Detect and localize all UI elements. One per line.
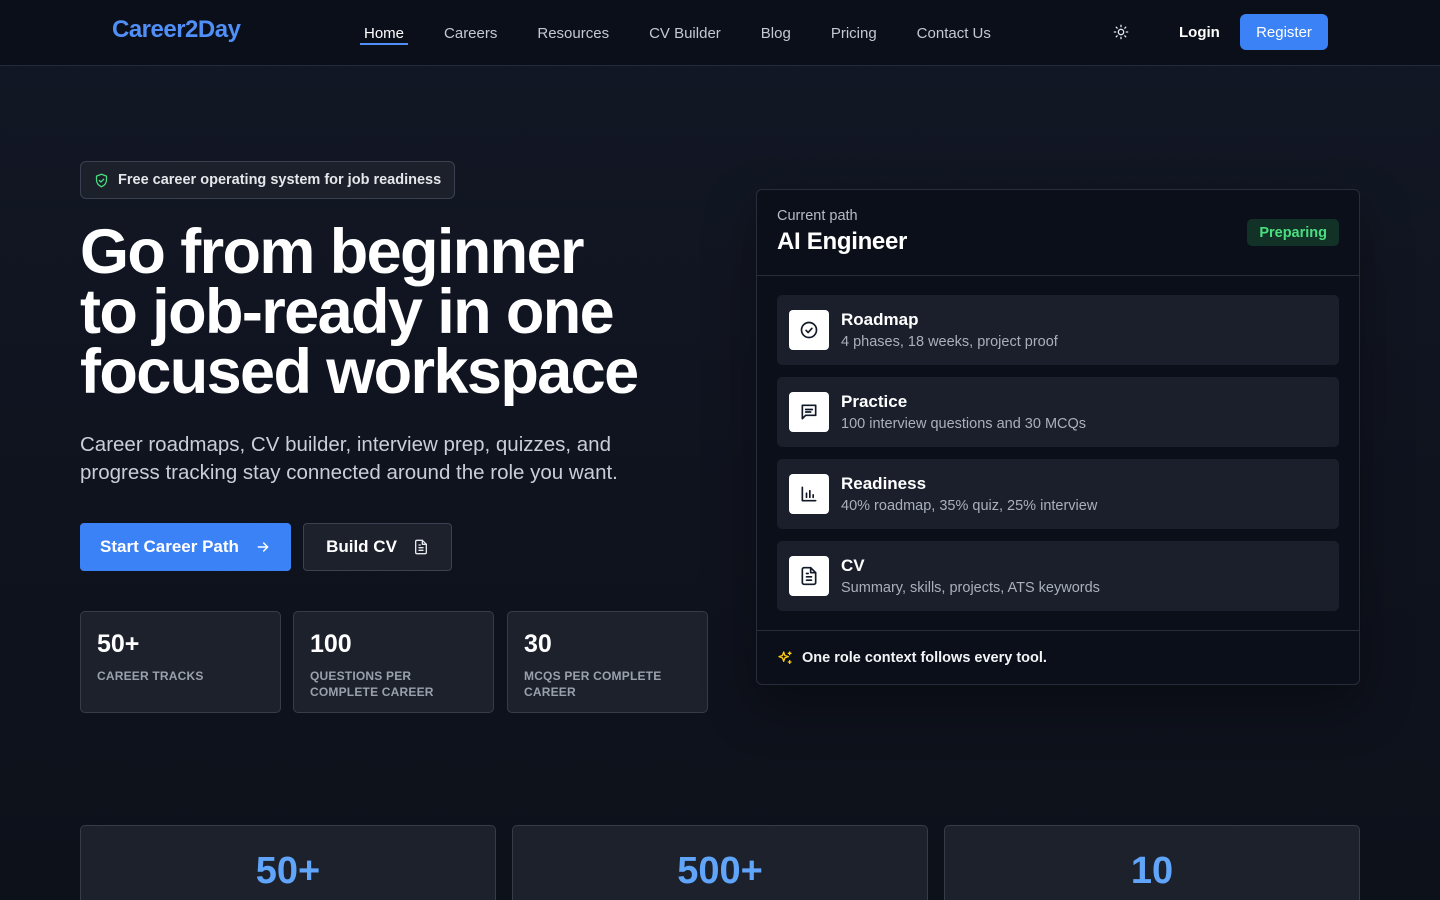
start-career-path-button[interactable]: Start Career Path	[80, 523, 291, 571]
document-icon	[801, 566, 817, 586]
stat-label: MCQs per complete career	[524, 669, 662, 699]
hero-title-line-2: to job-ready in one	[80, 277, 615, 347]
feature-icon-box	[789, 392, 829, 432]
feature-roadmap[interactable]: Roadmap 4 phases, 18 weeks, project proo…	[777, 295, 1339, 365]
arrow-right-icon	[257, 542, 269, 552]
register-button[interactable]: Register	[1240, 14, 1328, 50]
feature-desc: 40% roadmap, 35% quiz, 25% interview	[841, 498, 1098, 514]
current-path-panel: Current path AI Engineer Preparing Roadm…	[756, 189, 1360, 685]
feature-cv[interactable]: CV Summary, skills, projects, ATS keywor…	[777, 541, 1339, 611]
hero-subtitle: Career roadmaps, CV builder, interview p…	[80, 433, 618, 484]
top-navbar: Career2Day Home Careers Resources CV Bui…	[0, 0, 1440, 66]
build-cv-button[interactable]: Build CV	[303, 523, 452, 571]
nav-contact-us[interactable]: Contact Us	[897, 0, 1011, 66]
nav-resources[interactable]: Resources	[517, 0, 629, 66]
feature-title: Practice	[841, 392, 908, 411]
start-career-path-label: Start Career Path	[100, 537, 239, 556]
metric-card-1: 50+	[80, 825, 496, 900]
feature-title: Readiness	[841, 474, 927, 493]
feature-title: Roadmap	[841, 310, 919, 329]
login-button[interactable]: Login	[1166, 14, 1233, 50]
bar-chart-icon	[801, 486, 817, 502]
stat-label: Career tracks	[97, 669, 204, 683]
stat-card-questions: 100 Questions per complete career	[293, 611, 494, 713]
nav-pricing[interactable]: Pricing	[811, 0, 897, 66]
hero-title: Go from beginner to job-ready in one foc…	[80, 217, 700, 407]
feature-icon-box	[789, 556, 829, 596]
panel-footer-text: One role context follows every tool.	[802, 649, 1047, 666]
build-cv-label: Build CV	[326, 537, 397, 556]
metric-card-3: 10	[944, 825, 1360, 900]
hero-badge: Free career operating system for job rea…	[80, 161, 456, 199]
nav-careers[interactable]: Careers	[424, 0, 517, 66]
nav-cv-builder[interactable]: CV Builder	[629, 0, 741, 66]
feature-desc: Summary, skills, projects, ATS keywords	[841, 580, 1100, 596]
status-badge: Preparing	[1247, 219, 1339, 246]
metric-value: 500+	[677, 850, 763, 892]
feature-readiness[interactable]: Readiness 40% roadmap, 35% quiz, 25% int…	[777, 459, 1339, 529]
panel-kicker: Current path	[777, 208, 858, 224]
feature-practice[interactable]: Practice 100 interview questions and 30 …	[777, 377, 1339, 447]
feature-icon-box	[789, 310, 829, 350]
panel-header: Current path AI Engineer Preparing	[757, 190, 1359, 276]
shield-check-icon	[95, 173, 108, 187]
theme-toggle-button[interactable]	[1108, 19, 1134, 45]
feature-title: CV	[841, 556, 865, 575]
sparkles-icon	[778, 650, 792, 664]
stat-value: 100	[310, 630, 352, 658]
stat-value: 30	[524, 630, 552, 658]
main-nav: Home Careers Resources CV Builder Blog P…	[360, 0, 1011, 66]
stat-label: Questions per complete career	[310, 669, 434, 699]
feature-desc: 4 phases, 18 weeks, project proof	[841, 334, 1058, 350]
brand-logo[interactable]: Career2Day	[112, 16, 241, 44]
hero-title-line-3: focused workspace	[80, 337, 639, 407]
stat-value: 50+	[97, 630, 140, 658]
document-icon	[414, 539, 427, 555]
message-icon	[801, 404, 817, 420]
stat-card-career-tracks: 50+ Career tracks	[80, 611, 281, 713]
sun-icon	[1113, 24, 1129, 40]
stat-card-mcqs: 30 MCQs per complete career	[507, 611, 708, 713]
panel-footer: One role context follows every tool.	[757, 630, 1359, 684]
feature-desc: 100 interview questions and 30 MCQs	[841, 416, 1087, 432]
check-circle-icon	[800, 321, 818, 339]
hero-badge-text: Free career operating system for job rea…	[118, 172, 442, 188]
panel-title: AI Engineer	[777, 228, 908, 255]
hero-title-line-1: Go from beginner	[80, 217, 585, 287]
feature-icon-box	[789, 474, 829, 514]
nav-home[interactable]: Home	[360, 0, 424, 66]
metric-card-2: 500+	[512, 825, 928, 900]
metric-value: 10	[1130, 850, 1174, 892]
metric-value: 50+	[255, 850, 321, 892]
nav-blog[interactable]: Blog	[741, 0, 811, 66]
